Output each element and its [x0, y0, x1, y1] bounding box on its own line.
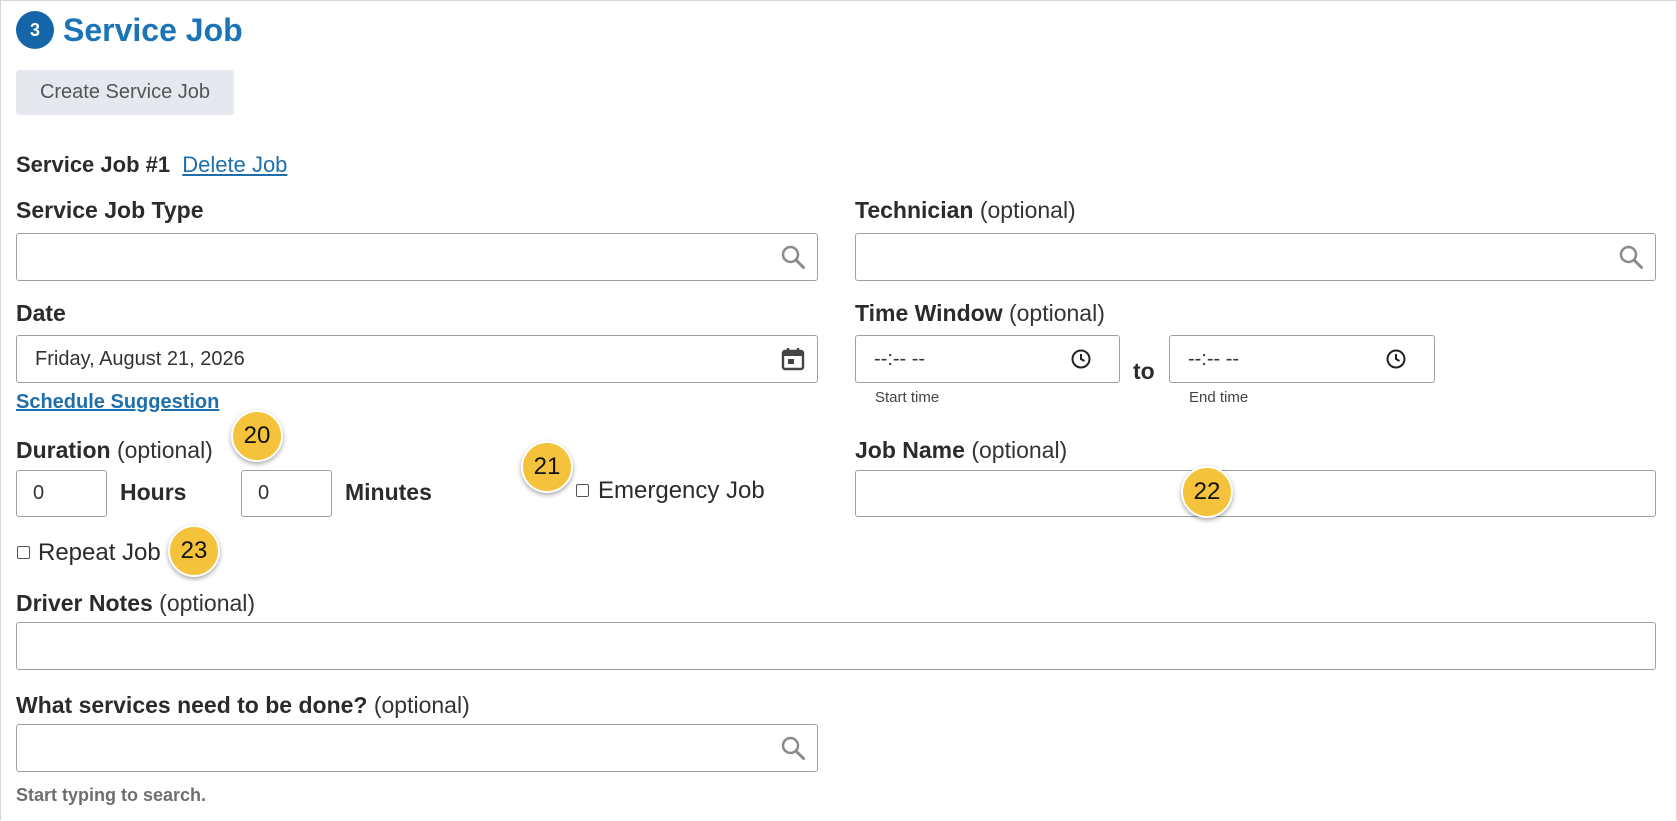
duration-optional-text: (optional): [116, 437, 213, 463]
end-time-caption: End time: [1189, 389, 1249, 406]
callout-badge: 21: [521, 441, 573, 493]
services-hint: Start typing to search.: [16, 785, 207, 805]
time-range-separator: to: [1133, 358, 1155, 384]
create-service-job-button[interactable]: Create Service Job: [16, 70, 234, 115]
section-title: Service Job: [63, 11, 243, 48]
time-window-label-text: Time Window: [855, 300, 1003, 326]
service-job-type-label: Service Job Type: [16, 197, 204, 224]
callout-badge: 22: [1181, 466, 1233, 518]
search-icon[interactable]: [779, 243, 807, 271]
delete-job-link[interactable]: Delete Job: [182, 152, 287, 177]
service-job-type-label-text: Service Job Type: [16, 197, 204, 223]
services-input[interactable]: [17, 725, 817, 771]
driver-notes-label: Driver Notes (optional): [16, 590, 255, 617]
service-job-type-input[interactable]: [17, 234, 817, 280]
schedule-suggestion-link[interactable]: Schedule Suggestion: [16, 391, 219, 414]
repeat-job-label[interactable]: Repeat Job: [38, 539, 161, 567]
job-name-optional-text: (optional): [971, 437, 1068, 463]
duration-minutes-input[interactable]: [242, 471, 331, 516]
callout-badge: 23: [168, 525, 220, 577]
duration-label-text: Duration: [16, 437, 111, 463]
technician-label-text: Technician: [855, 197, 974, 223]
date-label: Date: [16, 300, 66, 327]
job-name-label: Job Name (optional): [855, 437, 1067, 464]
job-heading-text: Service Job #1: [16, 152, 171, 177]
callout-badge: 20: [231, 410, 283, 462]
minutes-label: Minutes: [345, 479, 432, 505]
driver-notes-field[interactable]: [16, 622, 1656, 670]
duration-minutes-field[interactable]: [241, 470, 332, 517]
technician-field[interactable]: [855, 233, 1656, 281]
step-number-badge: 3: [16, 11, 54, 49]
emergency-job-label[interactable]: Emergency Job: [598, 477, 765, 505]
repeat-job-checkbox[interactable]: [17, 546, 30, 559]
emergency-job-checkbox[interactable]: [576, 484, 589, 497]
services-label-text: What services need to be done?: [16, 692, 368, 718]
service-job-type-field[interactable]: [16, 233, 818, 281]
clock-icon[interactable]: [1067, 345, 1095, 373]
calendar-icon[interactable]: [779, 345, 807, 373]
technician-optional-text: (optional): [979, 197, 1076, 223]
date-label-text: Date: [16, 300, 66, 326]
job-heading: Service Job #1 Delete Job: [16, 152, 287, 178]
services-optional-text: (optional): [373, 692, 470, 718]
driver-notes-input[interactable]: [17, 623, 1655, 669]
start-time-caption: Start time: [875, 389, 940, 406]
services-field[interactable]: [16, 724, 818, 772]
duration-label: Duration (optional): [16, 437, 213, 464]
duration-hours-field[interactable]: [16, 470, 107, 517]
technician-input[interactable]: [856, 234, 1655, 280]
start-time-field[interactable]: [855, 335, 1120, 383]
job-name-label-text: Job Name: [855, 437, 965, 463]
hours-label: Hours: [120, 479, 187, 505]
search-icon[interactable]: [1617, 243, 1645, 271]
clock-icon[interactable]: [1382, 345, 1410, 373]
technician-label: Technician (optional): [855, 197, 1076, 224]
time-window-label: Time Window (optional): [855, 300, 1105, 327]
duration-hours-input[interactable]: [17, 471, 106, 516]
search-icon[interactable]: [779, 734, 807, 762]
driver-notes-optional-text: (optional): [159, 590, 256, 616]
job-name-field[interactable]: [855, 470, 1656, 517]
driver-notes-label-text: Driver Notes: [16, 590, 153, 616]
date-field[interactable]: [16, 335, 818, 383]
job-name-input[interactable]: [856, 471, 1655, 516]
section-header: 3 Service Job: [16, 10, 243, 50]
services-label: What services need to be done? (optional…: [16, 692, 470, 719]
date-input[interactable]: [17, 336, 817, 382]
time-window-optional-text: (optional): [1008, 300, 1105, 326]
end-time-field[interactable]: [1169, 335, 1435, 383]
